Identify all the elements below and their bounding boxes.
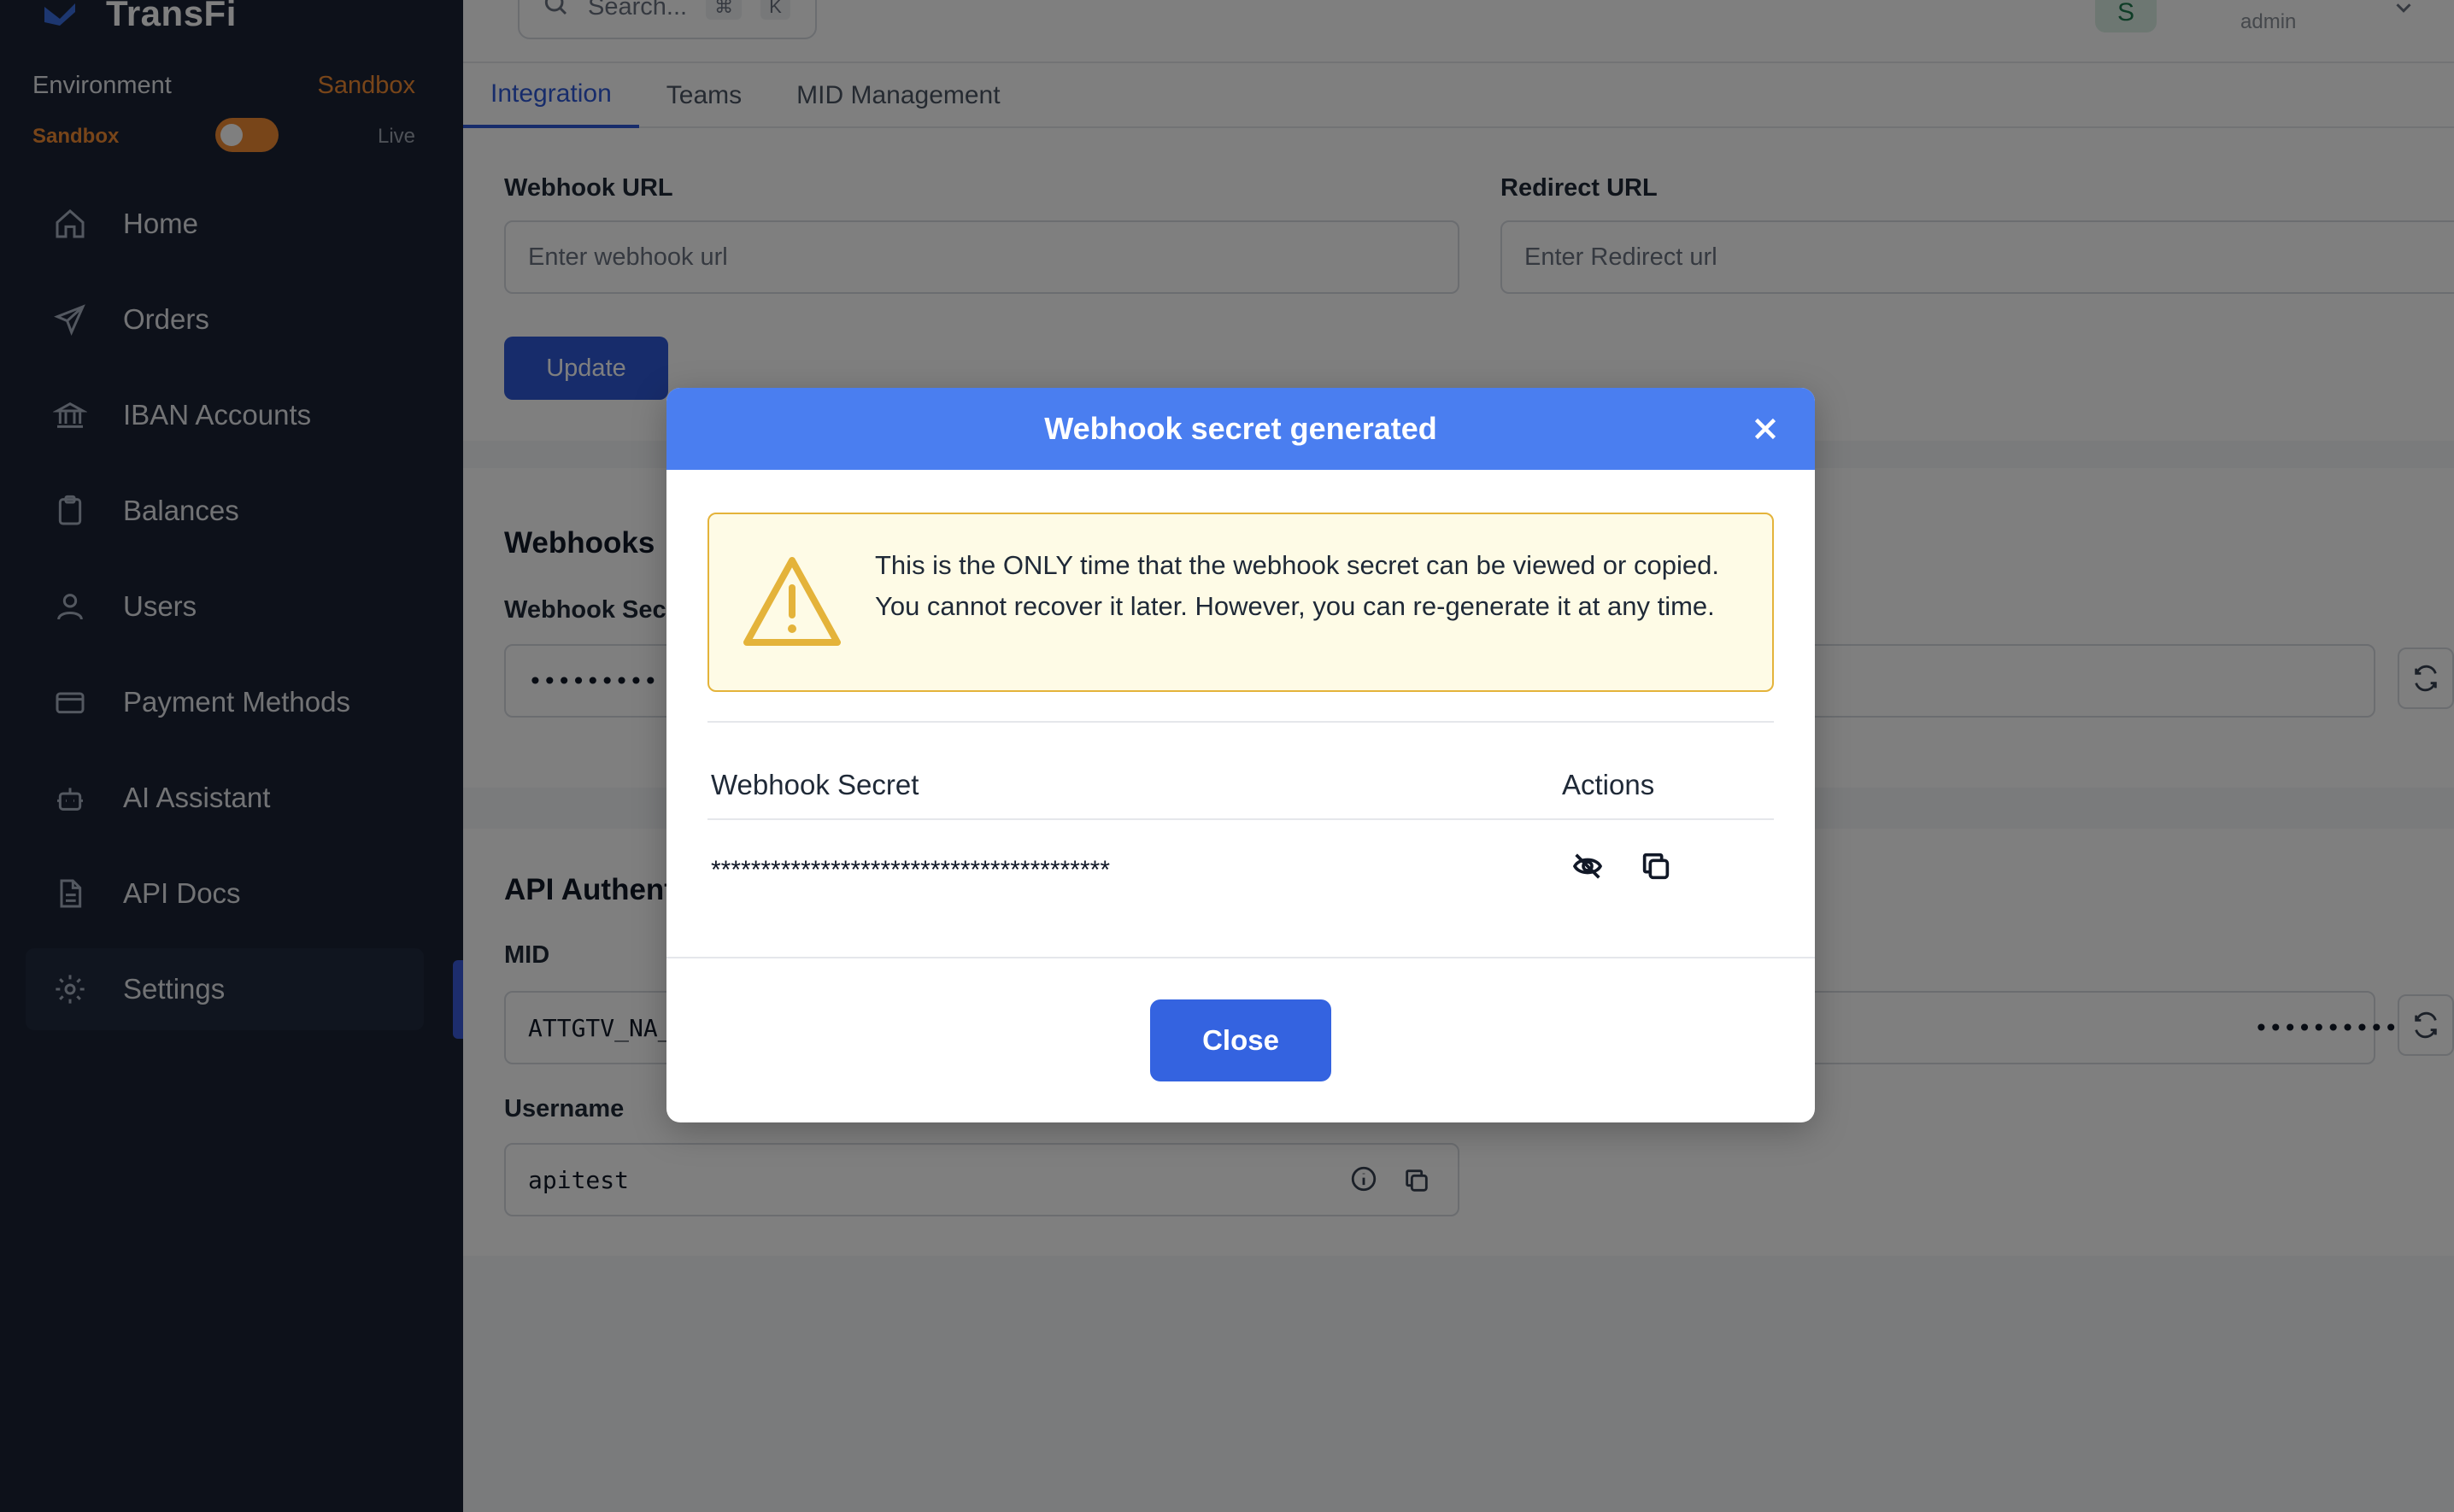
modal-header: Webhook secret generated: [666, 388, 1815, 470]
eye-off-icon[interactable]: [1570, 849, 1608, 887]
modal-title: Webhook secret generated: [1044, 411, 1437, 446]
warning-alert: This is the ONLY time that the webhook s…: [707, 513, 1774, 692]
webhook-secret-value: ****************************************: [711, 856, 1110, 884]
warning-icon: [743, 557, 841, 646]
webhook-secret-modal: Webhook secret generated This is the ONL…: [666, 388, 1815, 1122]
column-header-actions: Actions: [1562, 769, 1655, 800]
warning-text: This is the ONLY time that the webhook s…: [875, 550, 1719, 621]
close-button[interactable]: Close: [1150, 999, 1331, 1081]
modal-footer-divider: [666, 957, 1815, 958]
copy-icon[interactable]: [1639, 849, 1676, 887]
divider: [707, 721, 1774, 723]
table-header-divider: [707, 818, 1774, 820]
column-header-webhook-secret: Webhook Secret: [711, 769, 919, 800]
close-icon[interactable]: [1750, 413, 1781, 444]
